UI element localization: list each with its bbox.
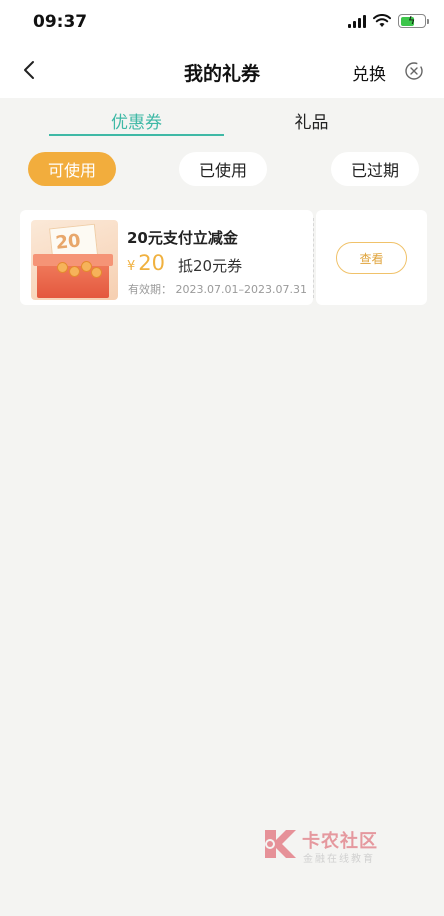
filter-expired[interactable]: 已过期 (331, 152, 419, 186)
kanong-logo-icon (265, 830, 296, 858)
battery-icon: ϟ (398, 14, 429, 28)
ticket-amount: 20 (54, 230, 82, 254)
active-tab-indicator (49, 134, 224, 136)
status-time: 09:37 (33, 12, 88, 32)
dashed-divider (313, 218, 314, 298)
coupon-action-area: 查看 (316, 210, 427, 305)
exchange-button[interactable]: 兑换 (352, 60, 386, 85)
status-filter-bar: 可使用 已使用 已过期 (0, 142, 444, 198)
filter-used[interactable]: 已使用 (179, 152, 267, 186)
coupon-description: 抵20元券 (178, 257, 243, 275)
coupon-title: 20元支付立减金 (127, 229, 238, 247)
tab-coupons[interactable]: 优惠券 (49, 108, 224, 133)
coupon-card[interactable]: 20 20元支付立减金 ¥ 20 抵20元券 有效期： 2023.07.01–2… (20, 210, 427, 305)
view-coupon-button[interactable]: 查看 (336, 242, 407, 274)
close-icon[interactable] (404, 61, 424, 81)
watermark: 卡农社区 金融在线教育 (262, 826, 392, 866)
tab-bar: 优惠券 礼品 (0, 98, 444, 142)
coupon-main: 20 20元支付立减金 ¥ 20 抵20元券 有效期： 2023.07.01–2… (20, 210, 313, 305)
coupon-amount: 20 (138, 251, 166, 275)
coupon-price: ¥ 20 (127, 251, 165, 275)
signal-icon (348, 14, 366, 28)
filter-available[interactable]: 可使用 (28, 152, 116, 186)
status-bar: 09:37 ϟ (0, 0, 444, 44)
navigation-bar: 我的礼券 兑换 (0, 44, 444, 98)
tab-gifts[interactable]: 礼品 (224, 108, 399, 133)
status-icons: ϟ (348, 14, 429, 28)
wifi-icon (373, 14, 391, 27)
watermark-subtitle: 金融在线教育 (303, 854, 375, 865)
gift-box-image: 20 (31, 220, 118, 300)
currency-symbol: ¥ (127, 259, 136, 274)
coupon-validity: 有效期： 2023.07.01–2023.07.31 (128, 283, 307, 296)
